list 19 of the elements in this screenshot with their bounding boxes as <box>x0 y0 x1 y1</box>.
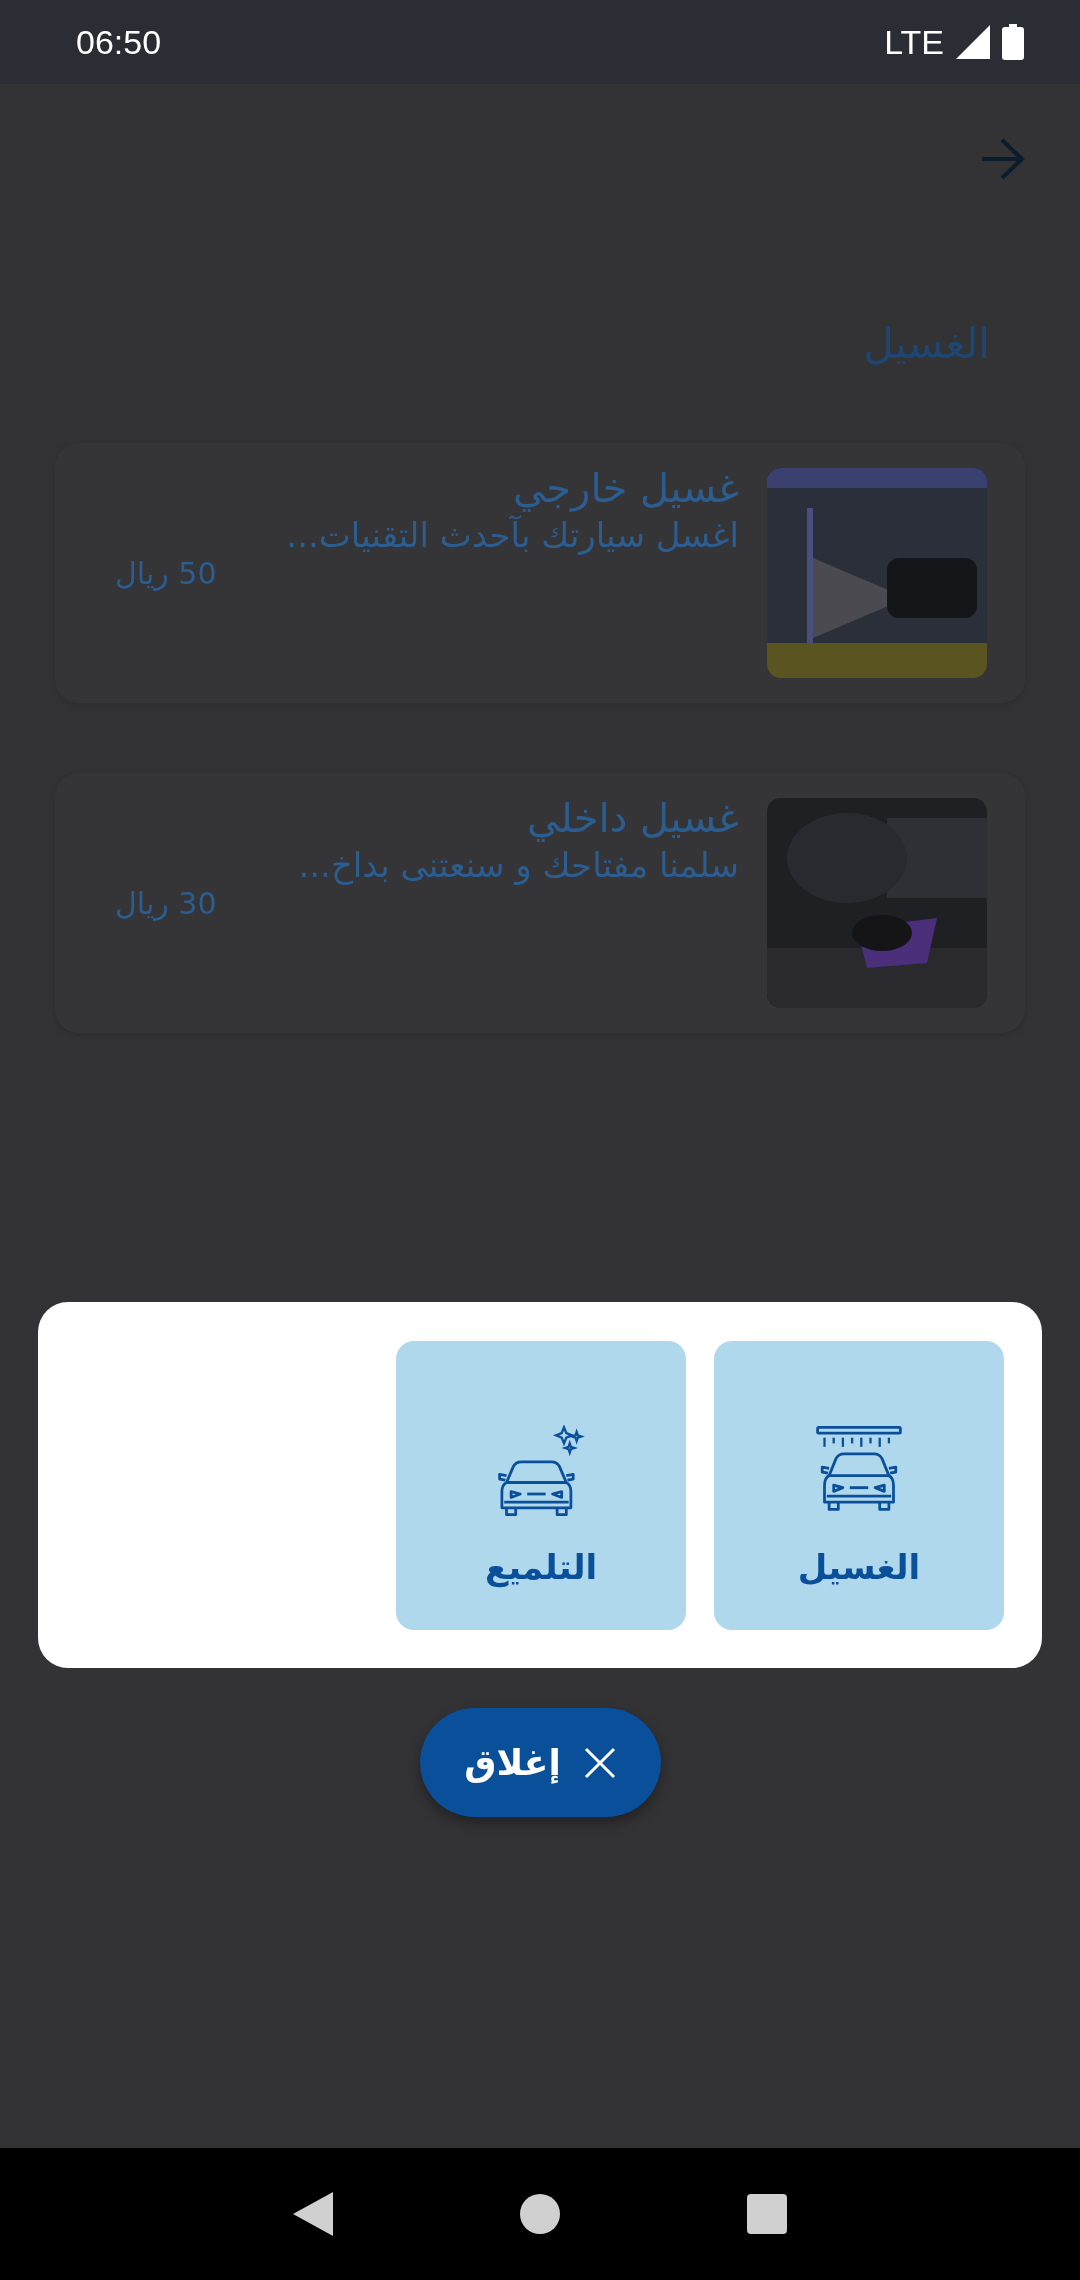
recents-icon[interactable] <box>746 2194 787 2234</box>
network-type: LTE <box>884 22 944 62</box>
service-price: 30 ريال <box>115 885 217 921</box>
service-title: غسيل خارجي <box>513 465 739 511</box>
service-price: 50 ريال <box>115 555 217 591</box>
status-time: 06:50 <box>76 22 162 62</box>
battery-icon <box>1002 24 1024 60</box>
signal-icon <box>956 25 990 59</box>
category-tile[interactable]: التلميع <box>396 1341 686 1630</box>
service-description: اغسل سيارتك بآحدث التقنيات... <box>286 515 739 555</box>
back-icon[interactable] <box>293 2192 334 2236</box>
section-title: الغسيل <box>863 319 990 368</box>
service-description: سلمنا مفتاحك و سنعتنى بداخ... <box>298 845 739 885</box>
close-button[interactable]: إغلاق <box>420 1708 661 1817</box>
home-icon[interactable] <box>520 2194 560 2234</box>
car-sparkle-icon <box>495 1424 587 1517</box>
close-icon <box>582 1745 617 1780</box>
service-title: غسيل داخلي <box>527 795 739 841</box>
category-tile[interactable]: الغسيل <box>714 1341 1004 1630</box>
